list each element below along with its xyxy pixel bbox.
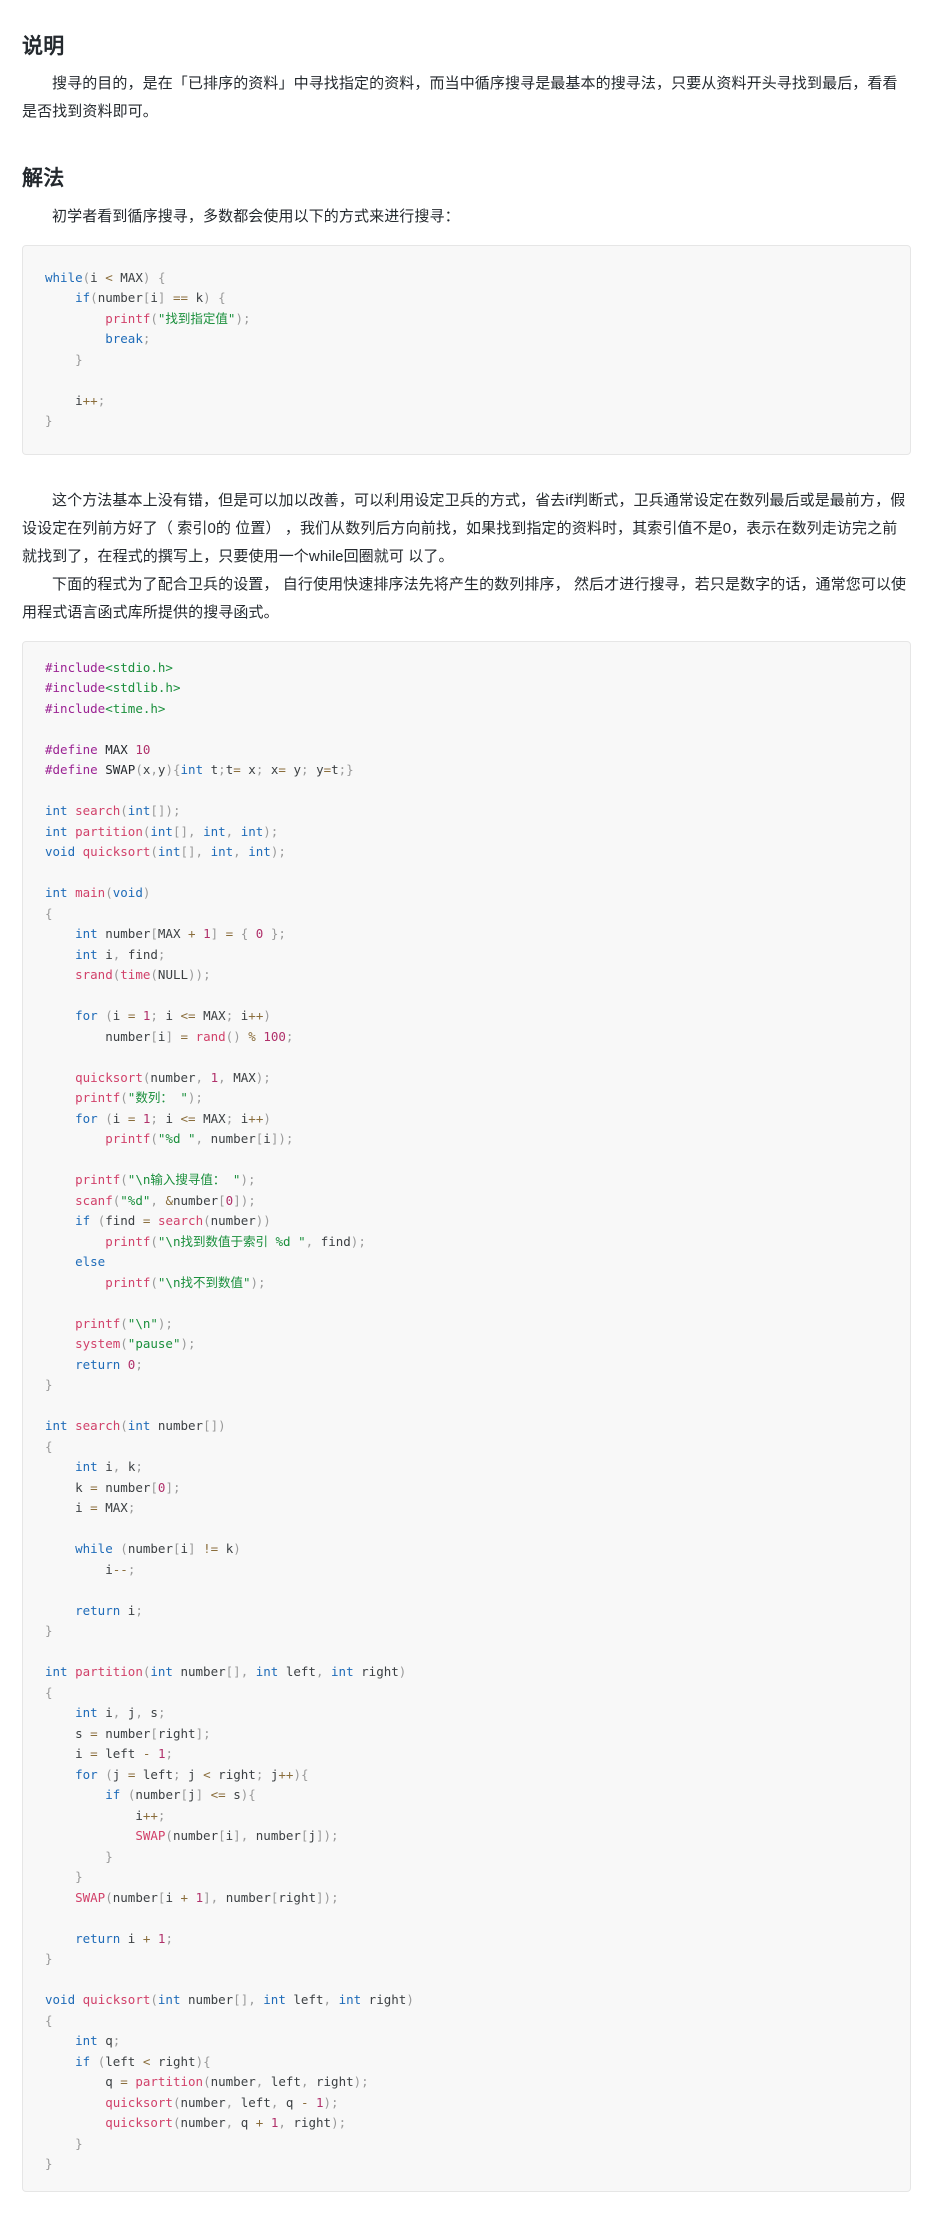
- article-page: 说明 搜寻的目的，是在「已排序的资料」中寻找指定的资料，而当中循序搜寻是最基本的…: [0, 0, 933, 2222]
- code-block-naive-search[interactable]: while(i < MAX) { if(number[i] == k) { pr…: [22, 244, 911, 455]
- section-title-description: 说明: [22, 35, 65, 58]
- code-block-full-program[interactable]: #include<stdio.h> #include<stdlib.h> #in…: [22, 640, 911, 2192]
- description-paragraph: 搜寻的目的，是在「已排序的资料」中寻找指定的资料，而当中循序搜寻是最基本的搜寻法…: [22, 75, 898, 121]
- solution-intro-paragraph: 初学者看到循序搜寻，多数都会使用以下的方式来进行搜寻：: [52, 207, 460, 225]
- section-title-solution: 解法: [22, 167, 65, 191]
- sentinel-explanation-paragraph: 这个方法基本上没有错，但是可以加以改善，可以利用设定卫兵的方式，省去if判断式，…: [22, 491, 906, 565]
- program-intro-paragraph: 下面的程式为了配合卫兵的设置， 自行使用快速排序法先将产生的数列排序， 然后才进…: [22, 575, 907, 621]
- spacer-after-naive-code: [22, 455, 911, 477]
